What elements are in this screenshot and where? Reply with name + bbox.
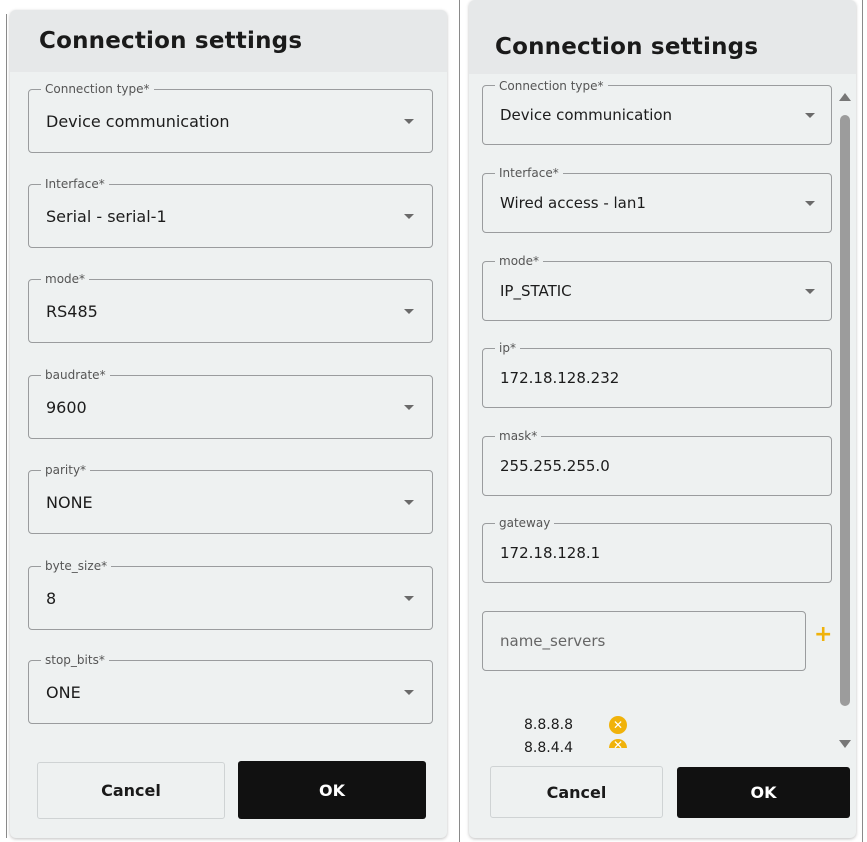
field-value: Serial - serial-1 [46,207,167,226]
connection-type-select[interactable]: Connection type* Device communication [482,79,832,145]
chevron-down-icon [404,690,414,695]
stop-bits-select[interactable]: stop_bits* ONE [28,653,433,724]
dialog-title: Connection settings [495,34,759,60]
chevron-down-icon [805,289,815,294]
field-value: 8 [46,589,57,608]
chevron-down-icon [404,596,414,601]
ip-field[interactable]: ip* 172.18.128.232 [482,341,832,408]
field-value: IP_STATIC [500,282,572,300]
mode-select[interactable]: mode* IP_STATIC [482,254,832,321]
field-value: ONE [46,683,81,702]
field-label: byte_size* [41,559,112,573]
plus-icon[interactable]: + [814,624,832,646]
field-value: 172.18.128.1 [500,544,601,562]
field-label: mode* [41,272,90,286]
ok-button[interactable]: OK [238,761,426,819]
field-value: RS485 [46,302,98,321]
scroll-down-icon[interactable] [839,740,851,748]
field-value: 255.255.255.0 [500,457,610,475]
name-servers-input[interactable]: name_servers [482,611,806,671]
field-value: Device communication [46,112,230,131]
interface-select[interactable]: Interface* Wired access - lan1 [482,166,832,233]
chevron-down-icon [404,500,414,505]
connection-settings-dialog-left: Connection settings Connection type* Dev… [10,10,447,838]
cancel-button[interactable]: Cancel [37,762,225,819]
gateway-field[interactable]: gateway 172.18.128.1 [482,516,832,583]
scrollbar[interactable] [837,86,853,752]
mode-select[interactable]: mode* RS485 [28,272,433,343]
field-label: gateway [495,516,555,530]
mask-field[interactable]: mask* 255.255.255.0 [482,429,832,496]
chevron-down-icon [805,113,815,118]
cancel-button[interactable]: Cancel [490,766,663,818]
field-value: 172.18.128.232 [500,369,620,387]
scroll-up-icon[interactable] [839,93,851,101]
field-value: Wired access - lan1 [500,194,646,212]
right-frame-border [862,0,863,842]
field-value: 9600 [46,398,87,417]
chevron-down-icon [404,405,414,410]
chevron-down-icon [805,201,815,206]
field-label: parity* [41,463,91,477]
field-label: stop_bits* [41,653,109,667]
close-circle-icon[interactable]: ✕ [609,716,627,734]
chevron-down-icon [404,214,414,219]
field-label: Interface* [41,177,109,191]
chevron-down-icon [404,309,414,314]
field-label: baudrate* [41,368,110,382]
left-frame-border [6,14,7,838]
byte-size-select[interactable]: byte_size* 8 [28,559,433,630]
connection-settings-dialog-right: Connection settings Connection type* Dev… [469,0,856,838]
name-server-item: 8.8.8.8 [524,717,573,733]
scrollbar-thumb[interactable] [840,115,850,706]
field-label: ip* [495,341,520,355]
field-label: mask* [495,429,542,443]
field-label: mode* [495,254,544,268]
name-servers-placeholder: name_servers [500,632,606,650]
name-server-item: 8.8.4.4 [524,740,573,756]
chevron-down-icon [404,119,414,124]
divider-line [459,0,460,842]
field-value: Device communication [500,106,673,124]
ok-button[interactable]: OK [677,767,850,818]
field-label: Interface* [495,166,563,180]
interface-select[interactable]: Interface* Serial - serial-1 [28,177,433,248]
field-value: NONE [46,493,93,512]
field-label: Connection type* [41,82,154,96]
connection-type-select[interactable]: Connection type* Device communication [28,82,433,153]
parity-select[interactable]: parity* NONE [28,463,433,534]
baudrate-select[interactable]: baudrate* 9600 [28,368,433,439]
field-label: Connection type* [495,79,608,93]
close-circle-icon[interactable]: ✕ [609,739,627,748]
dialog-title: Connection settings [39,28,303,54]
